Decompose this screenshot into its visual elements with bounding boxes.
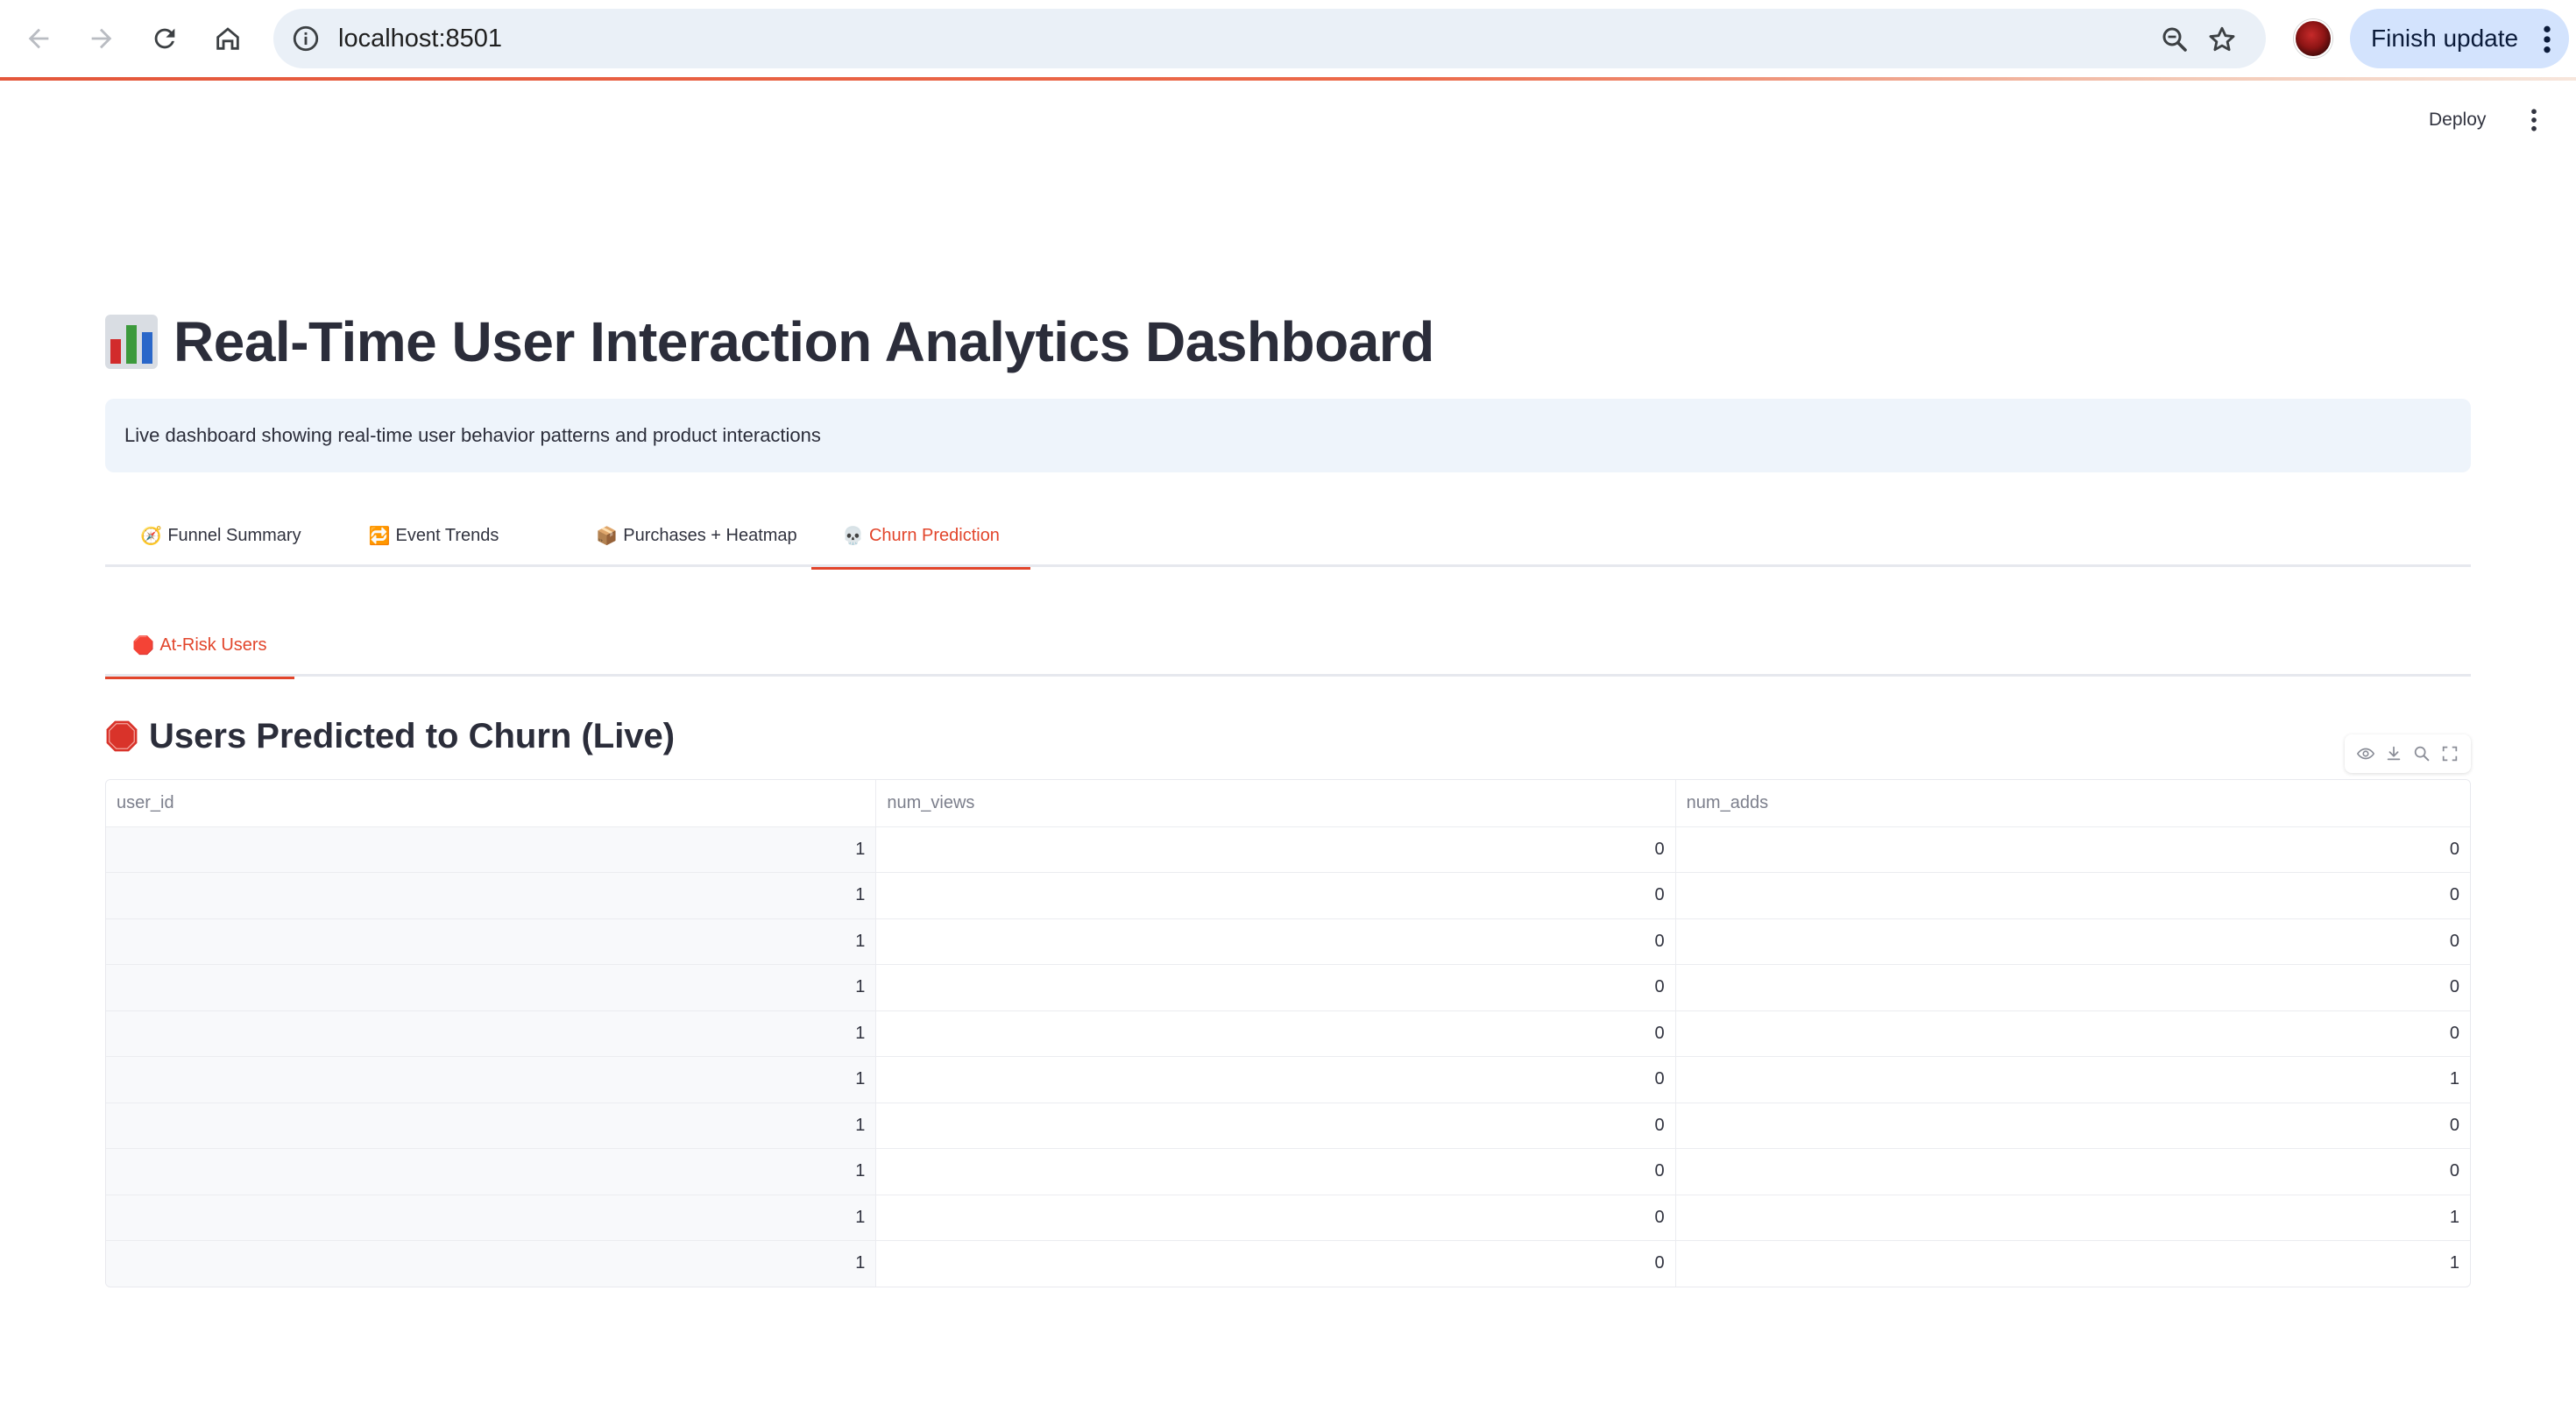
stop-sign-icon: 🛑	[132, 635, 155, 656]
section-heading-text: Users Predicted to Churn (Live)	[149, 716, 676, 755]
skull-icon: 💀	[842, 526, 864, 546]
cell-num-views[interactable]: 0	[875, 1149, 1674, 1195]
cell-user-id[interactable]: 1	[106, 1241, 876, 1287]
package-icon: 📦	[596, 526, 619, 546]
tab-at-risk-users[interactable]: 🛑 At-Risk Users	[105, 613, 294, 679]
cell-num-views[interactable]: 0	[875, 1195, 1674, 1240]
cell-num-adds[interactable]: 0	[1674, 965, 2470, 1010]
main-tab-list: 🧭 Funnel Summary 🔁 Event Trends 📦 Purcha…	[105, 504, 2471, 570]
cell-num-views[interactable]: 0	[875, 1010, 1674, 1056]
fullscreen-icon[interactable]	[2440, 744, 2459, 763]
tab-event-trends[interactable]: 🔁 Event Trends	[359, 504, 508, 567]
cell-num-views[interactable]: 0	[875, 1057, 1674, 1103]
home-button[interactable]	[205, 16, 251, 61]
cell-user-id[interactable]: 1	[106, 873, 876, 918]
info-banner-text: Live dashboard showing real-time user be…	[124, 424, 821, 446]
reload-icon	[154, 28, 175, 49]
cell-num-adds[interactable]: 1	[1674, 1241, 2470, 1287]
eye-icon[interactable]	[2356, 744, 2375, 763]
cell-user-id[interactable]: 1	[106, 918, 876, 964]
cell-user-id[interactable]: 1	[106, 1057, 876, 1103]
cell-num-adds[interactable]: 0	[1674, 1010, 2470, 1056]
table-row: 1 0 1	[106, 1240, 2470, 1287]
bar-chart-icon	[105, 315, 158, 369]
cell-num-adds[interactable]: 0	[1674, 1149, 2470, 1195]
main-menu-icon[interactable]	[2523, 107, 2544, 133]
home-icon	[216, 27, 239, 50]
cell-num-adds[interactable]: 1	[1674, 1195, 2470, 1240]
column-header-num-adds[interactable]: num_adds	[1674, 780, 2470, 826]
finish-update-label: Finish update	[2371, 25, 2519, 52]
cell-user-id[interactable]: 1	[106, 1103, 876, 1148]
cell-user-id[interactable]: 1	[106, 1195, 876, 1240]
cell-user-id[interactable]: 1	[106, 826, 876, 872]
column-header-user-id[interactable]: user_id	[106, 780, 875, 826]
streamlit-decoration-bar	[0, 77, 2576, 81]
table-row: 1 0 0	[106, 918, 2470, 964]
page-title-text: Real-Time User Interaction Analytics Das…	[173, 310, 1434, 373]
cell-user-id[interactable]: 1	[106, 1149, 876, 1195]
cell-num-views[interactable]: 0	[875, 1241, 1674, 1287]
reload-button[interactable]	[142, 16, 188, 61]
tab-label: At-Risk Users	[159, 635, 267, 655]
cell-num-adds[interactable]: 0	[1674, 1103, 2470, 1148]
dataframe-toolbar	[2345, 734, 2471, 773]
compass-icon: 🧭	[140, 526, 163, 546]
cell-num-views[interactable]: 0	[875, 965, 1674, 1010]
tab-label: Churn Prediction	[868, 525, 1000, 545]
table-row: 1 0 1	[106, 1056, 2470, 1103]
cell-num-adds[interactable]: 1	[1674, 1057, 2470, 1103]
cell-num-adds[interactable]: 0	[1674, 826, 2470, 872]
finish-update-button[interactable]: Finish update	[2350, 9, 2569, 68]
bookmark-star-icon[interactable]	[2206, 24, 2238, 55]
cell-num-adds[interactable]: 0	[1674, 873, 2470, 918]
search-icon[interactable]	[2412, 744, 2431, 763]
forward-button[interactable]	[79, 16, 124, 61]
sub-tab-list: 🛑 At-Risk Users	[105, 613, 2471, 679]
back-button[interactable]	[16, 16, 61, 61]
cell-num-views[interactable]: 0	[875, 918, 1674, 964]
table-row: 1 0 0	[106, 964, 2470, 1010]
table-row: 1 0 0	[106, 1148, 2470, 1195]
back-arrow-icon	[28, 28, 49, 49]
table-row: 1 0 0	[106, 826, 2470, 872]
download-icon[interactable]	[2384, 744, 2403, 763]
cell-num-adds[interactable]: 0	[1674, 918, 2470, 964]
site-info-icon[interactable]	[291, 24, 321, 53]
tab-purchases-heatmap[interactable]: 📦 Purchases + Heatmap	[570, 504, 824, 567]
url-text[interactable]: localhost:8501	[338, 9, 502, 68]
cell-num-views[interactable]: 0	[875, 1103, 1674, 1148]
tab-label: Event Trends	[395, 525, 499, 545]
table-row: 1 0 0	[106, 1010, 2470, 1056]
deploy-button[interactable]: Deploy	[2429, 105, 2486, 135]
tab-label: Funnel Summary	[167, 525, 301, 545]
table-header-row: user_id num_views num_adds	[106, 780, 2470, 826]
address-bar[interactable]: localhost:8501	[273, 9, 2266, 68]
more-vert-icon	[2544, 25, 2551, 53]
cell-num-views[interactable]: 0	[875, 826, 1674, 872]
forward-arrow-icon	[91, 28, 112, 49]
cell-user-id[interactable]: 1	[106, 965, 876, 1010]
tab-churn-prediction[interactable]: 💀 Churn Prediction	[811, 504, 1030, 570]
stop-sign-icon	[106, 720, 138, 752]
churn-users-table[interactable]: user_id num_views num_adds 1 0 0 1 0 0 1…	[105, 779, 2471, 1287]
table-row: 1 0 0	[106, 1102, 2470, 1148]
cell-user-id[interactable]: 1	[106, 1010, 876, 1056]
tab-funnel-summary[interactable]: 🧭 Funnel Summary	[133, 504, 308, 567]
zoom-icon[interactable]	[2159, 24, 2190, 55]
repeat-icon: 🔁	[368, 526, 391, 546]
tab-label: Purchases + Heatmap	[623, 525, 797, 545]
info-banner: Live dashboard showing real-time user be…	[105, 399, 2471, 472]
browser-toolbar: localhost:8501 Finish update	[0, 0, 2576, 79]
column-header-num-views[interactable]: num_views	[875, 780, 1674, 826]
profile-avatar[interactable]	[2294, 19, 2332, 58]
cell-num-views[interactable]: 0	[875, 873, 1674, 918]
page-title: Real-Time User Interaction Analytics Das…	[105, 298, 1434, 386]
table-row: 1 0 1	[106, 1194, 2470, 1240]
table-row: 1 0 0	[106, 872, 2470, 918]
section-heading: Users Predicted to Churn (Live)	[105, 706, 675, 767]
